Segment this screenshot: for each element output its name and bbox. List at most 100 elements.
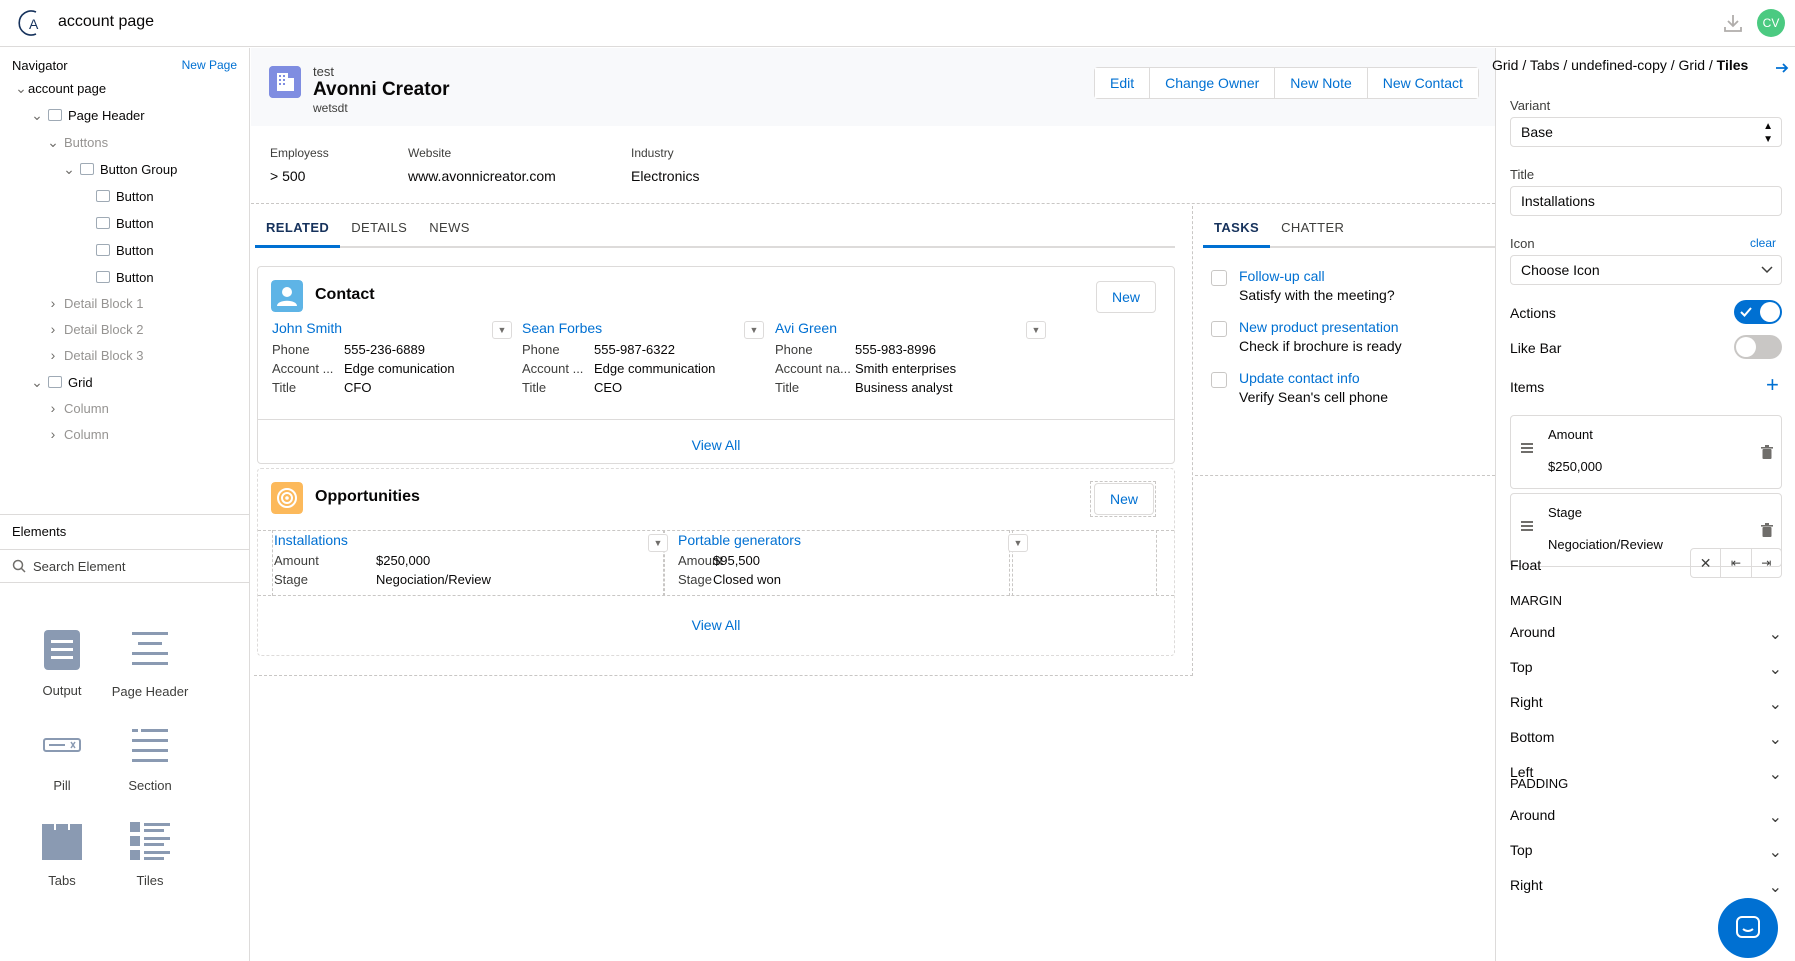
chevron-right-icon[interactable]: › [46,400,60,416]
tab-news[interactable]: NEWS [418,208,481,248]
tree-node[interactable]: ⌄ Button Group [62,154,177,184]
breadcrumb-item[interactable]: Tabs [1530,57,1560,73]
tree-node[interactable]: ⌄ Page Header [30,100,145,130]
contact-new-button[interactable]: New [1096,281,1157,313]
contact-name-link[interactable]: Sean Forbes [522,320,602,336]
actions-toggle[interactable] [1734,300,1782,324]
contact-view-all-link[interactable]: View All [258,437,1174,453]
tree-node[interactable]: › Column [46,419,109,449]
task-title-link[interactable]: Update contact info [1239,370,1360,386]
opportunity-name-link[interactable]: Portable generators [678,532,801,548]
opportunity-name-link[interactable]: Installations [274,532,348,548]
tree-node-label: Detail Block 2 [64,321,144,337]
tab-tasks[interactable]: TASKS [1203,208,1271,248]
task-title-link[interactable]: Follow-up call [1239,268,1325,284]
accordion-row-around[interactable]: Around ⌄ [1510,624,1782,644]
task-checkbox[interactable] [1211,372,1227,388]
element-tile-page-header[interactable]: Page Header [105,628,195,700]
breadcrumb-item[interactable]: Grid [1492,57,1518,73]
element-tile-tabs[interactable]: Tabs [17,818,107,888]
opportunities-view-all-link[interactable]: View All [258,617,1174,633]
breadcrumb-item[interactable]: Grid [1679,57,1705,73]
accordion-row-top[interactable]: Top ⌄ [1510,842,1782,862]
accordion-row-right[interactable]: Right ⌄ [1510,694,1782,714]
contact-name-link[interactable]: Avi Green [775,320,837,336]
variant-label: Variant [1510,98,1551,113]
chevron-right-icon[interactable]: › [46,347,60,363]
add-item-icon[interactable]: + [1766,372,1779,398]
record-field-label: Account ... [272,361,334,376]
breadcrumb-item[interactable]: undefined-copy [1571,57,1667,73]
tree-node[interactable]: ⌄ account page [14,73,106,103]
float-none-icon[interactable]: ✕ [1691,549,1722,577]
tile-action-dropdown[interactable]: ▼ [648,534,668,552]
tab-details[interactable]: DETAILS [340,208,418,248]
variant-select[interactable]: Base ▲ ▼ [1510,117,1782,147]
new-page-link[interactable]: New Page [182,58,237,72]
chevron-down-icon[interactable]: ⌄ [14,80,28,97]
tree-node[interactable]: Button [78,235,154,265]
page-canvas: test Avonni Creator wetsdt Edit Change O… [251,48,1495,961]
delete-icon[interactable] [1761,523,1773,537]
item-card[interactable]: Amount $250,000 [1510,415,1782,489]
chevron-down-icon[interactable]: ⌄ [30,107,44,124]
row-action-dropdown[interactable]: ▼ [1026,321,1046,339]
chat-button[interactable] [1718,898,1778,958]
change-owner-button[interactable]: Change Owner [1150,68,1276,98]
variant-value: Base [1521,124,1553,140]
new-contact-button[interactable]: New Contact [1367,68,1478,98]
like-bar-toggle[interactable] [1734,335,1782,359]
tree-node[interactable]: Button [78,208,154,238]
chevron-down-icon[interactable]: ⌄ [46,134,60,151]
element-tile-tiles[interactable]: Tiles [105,818,195,888]
icon-clear-link[interactable]: clear [1750,236,1776,250]
chevron-right-icon[interactable]: › [46,295,60,311]
contact-icon [271,280,303,312]
tile-action-dropdown[interactable]: ▼ [1008,534,1028,552]
float-left-icon[interactable]: ⇤ [1721,549,1752,577]
tree-node[interactable]: ⌄ Buttons [46,127,108,157]
page-header[interactable]: test Avonni Creator wetsdt Edit Change O… [251,48,1495,126]
chevron-down-icon[interactable]: ⌄ [62,161,76,178]
element-tile-section[interactable]: Section [105,723,195,793]
chevron-down-icon: ⌄ [1768,809,1782,826]
search-element-box[interactable]: Search Element [0,549,250,583]
chevron-right-icon[interactable]: › [46,426,60,442]
item-title: Amount [1548,427,1593,442]
row-action-dropdown[interactable]: ▼ [492,321,512,339]
task-checkbox[interactable] [1211,270,1227,286]
accordion-row-around[interactable]: Around ⌄ [1510,807,1782,827]
tree-node[interactable]: Button [78,181,154,211]
search-element-input[interactable]: Search Element [33,559,126,574]
tree-node[interactable]: › Detail Block 3 [46,340,144,370]
new-note-button[interactable]: New Note [1275,68,1368,98]
record-field-label: Title [775,380,800,395]
component-icon [96,217,110,229]
accordion-row-top[interactable]: Top ⌄ [1510,659,1782,679]
edit-button[interactable]: Edit [1095,68,1151,98]
title-input[interactable]: Installations [1510,186,1782,216]
tab-related[interactable]: RELATED [255,208,341,248]
accordion-row-bottom[interactable]: Bottom ⌄ [1510,729,1782,749]
icon-select[interactable]: Choose Icon [1510,255,1782,285]
contact-name-link[interactable]: John Smith [272,320,342,336]
element-tile-output[interactable]: Output [17,628,107,698]
record-field-value: 555-987-6322 [594,342,675,357]
arrow-right-icon[interactable] [1774,60,1790,76]
chevron-down-icon[interactable]: ⌄ [30,374,44,391]
chevron-right-icon[interactable]: › [46,321,60,337]
tab-chatter[interactable]: CHATTER [1270,208,1355,248]
drag-handle-icon[interactable] [1521,443,1533,453]
drag-handle-icon[interactable] [1521,521,1533,531]
field-value-website: www.avonnicreator.com [408,168,556,184]
task-checkbox[interactable] [1211,321,1227,337]
opportunities-new-button[interactable]: New [1094,483,1155,515]
accordion-row-right[interactable]: Right ⌄ [1510,877,1782,897]
download-icon[interactable] [1722,12,1744,34]
float-right-icon[interactable]: ⇥ [1752,549,1781,577]
row-action-dropdown[interactable]: ▼ [744,321,764,339]
delete-icon[interactable] [1761,445,1773,459]
user-avatar[interactable]: CV [1757,9,1785,37]
element-tile-pill[interactable]: Pill [17,723,107,793]
task-title-link[interactable]: New product presentation [1239,319,1399,335]
